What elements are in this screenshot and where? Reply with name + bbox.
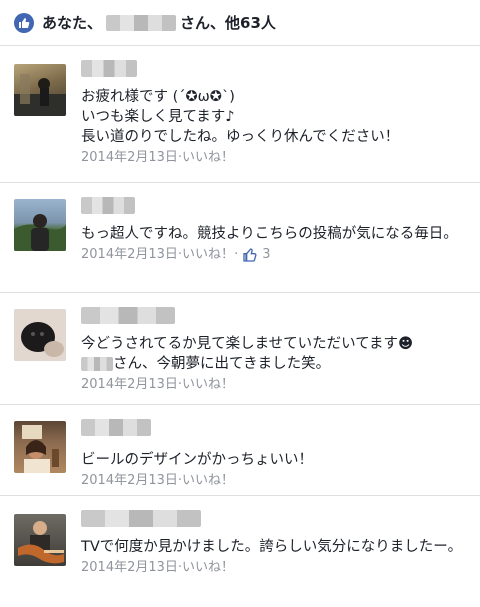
likes-prefix: あなた、	[42, 14, 103, 32]
like-button[interactable]: いいね！	[182, 149, 234, 167]
blurred-name	[81, 357, 113, 371]
thumbs-up-icon	[14, 12, 34, 33]
comment-text: もっ超人ですね。競技よりこちらの投稿が気になる毎日。	[81, 226, 458, 242]
comment-date[interactable]: 2014年2月13日	[81, 149, 178, 167]
comment-item: もっ超人ですね。競技よりこちらの投稿が気になる毎日。 2014年2月13日 · …	[0, 183, 480, 293]
comment-meta: 2014年2月13日 · いいね！	[81, 559, 470, 577]
comment-date[interactable]: 2014年2月13日	[81, 246, 178, 264]
avatar[interactable]	[14, 421, 66, 473]
avatar[interactable]	[14, 199, 66, 251]
comment-meta: 2014年2月13日 · いいね！	[81, 149, 470, 167]
comment-date[interactable]: 2014年2月13日	[81, 472, 178, 490]
like-count: 3	[262, 247, 271, 262]
like-button[interactable]: いいね！	[182, 559, 234, 577]
comment-text-rest: さん、今朝夢に出てきました笑。	[113, 356, 331, 372]
like-button[interactable]: いいね！	[182, 472, 234, 490]
like-button[interactable]: いいね！	[182, 376, 234, 394]
comment-meta: 2014年2月13日 · いいね！	[81, 376, 470, 394]
comment-meta: 2014年2月13日 · いいね！ · 3	[81, 246, 470, 264]
comment-text: TVで何度か見かけました。誇らしい気分になりましたー。	[81, 539, 463, 555]
avatar[interactable]	[14, 64, 66, 116]
comment-item: ビールのデザインがかっちょいい！ 2014年2月13日 · いいね！	[0, 405, 480, 496]
commenter-name[interactable]	[81, 307, 175, 324]
comment-item: TVで何度か見かけました。誇らしい気分になりましたー。 2014年2月13日 ·…	[0, 496, 480, 607]
likes-suffix: さん、他63人	[180, 14, 276, 32]
comment-item: 今どうされてるか見て楽しませていただいてます☻ さん、今朝夢に出てきました笑。 …	[0, 293, 480, 405]
comment-text: お疲れ様です (´✪ω✪`) いつも楽しく見てます♪ 長い道のりでしたね。ゆっく…	[81, 89, 400, 145]
avatar[interactable]	[14, 309, 66, 361]
meta-separator: ·	[234, 247, 239, 262]
comment-date[interactable]: 2014年2月13日	[81, 376, 178, 394]
commenter-name[interactable]	[81, 60, 137, 77]
like-button[interactable]: いいね！	[182, 246, 234, 264]
comment-text-line2: さん、今朝夢に出てきました笑。	[81, 354, 470, 374]
commenter-name[interactable]	[81, 510, 201, 527]
comment-meta: 2014年2月13日 · いいね！	[81, 472, 470, 490]
blurred-name	[106, 14, 177, 31]
comment-text: ビールのデザインがかっちょいい！	[81, 452, 313, 468]
comment-date[interactable]: 2014年2月13日	[81, 559, 178, 577]
avatar[interactable]	[14, 514, 66, 566]
commenter-name[interactable]	[81, 197, 135, 214]
thumbs-up-outline-icon[interactable]	[242, 247, 258, 263]
comment-item: お疲れ様です (´✪ω✪`) いつも楽しく見てます♪ 長い道のりでしたね。ゆっく…	[0, 46, 480, 183]
comment-text: 今どうされてるか見て楽しませていただいてます☻	[81, 336, 414, 352]
likes-summary-bar[interactable]: あなた、 さん、他63人	[0, 0, 480, 46]
commenter-name[interactable]	[81, 419, 151, 436]
